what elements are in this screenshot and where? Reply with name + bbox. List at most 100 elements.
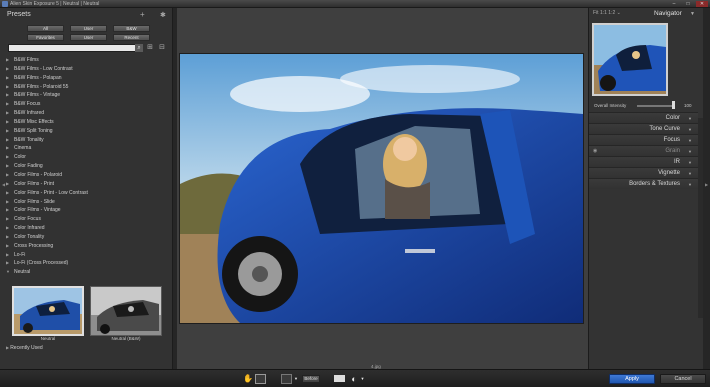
preset-search-input[interactable] (8, 44, 143, 52)
filter-favorites-button[interactable]: Favorites (27, 34, 64, 41)
hand-tool-icon[interactable]: ✋ (243, 374, 253, 384)
list-item[interactable]: ▶ B&W Films - Polapan (6, 74, 166, 83)
expand-arrow-icon[interactable]: ▶ (6, 91, 14, 100)
help-icon[interactable]: ◐ (349, 374, 359, 384)
expand-arrow-icon[interactable]: ▶ (6, 251, 14, 260)
chevron-down-icon[interactable]: ▼ (688, 160, 692, 165)
power-toggle-icon[interactable]: ◉ (593, 148, 597, 154)
list-item[interactable]: ▶ Cinema (6, 144, 166, 153)
cancel-button[interactable]: Cancel (660, 374, 706, 384)
section-color[interactable]: Color ▼ (589, 112, 698, 123)
background-color-icon[interactable] (334, 375, 345, 382)
list-item[interactable]: ▶ Color Films - Print (6, 180, 166, 189)
preset-thumb-neutral[interactable] (12, 286, 84, 336)
list-item[interactable]: ▶ Lo-Fi (6, 251, 166, 260)
list-item[interactable]: ▶ Color Focus (6, 215, 166, 224)
expand-arrow-icon[interactable]: ▶ (6, 198, 14, 207)
expand-arrow-icon[interactable]: ▶ (6, 171, 14, 180)
expand-arrow-icon[interactable]: ▶ (6, 180, 14, 189)
search-icon[interactable]: ⌕ (135, 44, 143, 52)
section-vignette[interactable]: Vignette ▼ (589, 167, 698, 178)
list-item[interactable]: ▶ Color Films - Vintage (6, 206, 166, 215)
list-item[interactable]: ▶ Color Infrared (6, 224, 166, 233)
grid-view-icon[interactable]: ⊞ (146, 44, 154, 52)
expand-arrow-icon[interactable]: ▶ (6, 56, 14, 65)
collapse-left-icon[interactable]: ◀ (2, 182, 5, 187)
chevron-down-icon[interactable]: ▼ (293, 374, 299, 384)
list-item[interactable]: ▶ Color Films - Print - Low Contrast (6, 189, 166, 198)
before-button[interactable]: Before (302, 375, 320, 383)
expand-arrow-icon[interactable]: ▶ (6, 233, 14, 242)
filter-recent-button[interactable]: Recent (113, 34, 150, 41)
section-ir[interactable]: IR ▼ (589, 156, 698, 167)
expand-arrow-icon[interactable]: ▶ (6, 259, 14, 268)
expand-arrow-icon[interactable]: ▶ (6, 153, 14, 162)
split-view-icon[interactable] (281, 374, 292, 384)
collapse-right-icon[interactable]: ▶ (705, 182, 708, 187)
list-item[interactable]: ▶ Color Films - Polaroid (6, 171, 166, 180)
recently-used-item[interactable]: ▶ Recently Used (6, 345, 43, 351)
filter-user2-button[interactable]: User (70, 34, 107, 41)
section-grain[interactable]: ◉ Grain ▼ (589, 145, 698, 156)
list-item[interactable]: ▶ Cross Processing (6, 242, 166, 251)
photo-preview[interactable] (179, 53, 584, 324)
chevron-down-icon[interactable]: ▼ (688, 116, 692, 121)
list-item[interactable]: ▶ B&W Films - Polaroid 55 (6, 83, 166, 92)
expand-arrow-icon[interactable]: ▶ (6, 224, 14, 233)
list-item[interactable]: ▶ Lo-Fi (Cross Processed) (6, 259, 166, 268)
minimize-button[interactable]: – (668, 1, 680, 7)
expand-arrow-icon[interactable]: ▶ (6, 242, 14, 251)
chevron-down-icon[interactable]: ▼ (688, 182, 692, 187)
expand-arrow-icon[interactable]: ▶ (6, 100, 14, 109)
close-button[interactable]: ✕ (696, 1, 708, 7)
section-focus[interactable]: Focus ▼ (589, 134, 698, 145)
preset-thumb-neutral-bw[interactable] (90, 286, 162, 336)
overall-intensity-value[interactable]: 100 (684, 103, 692, 108)
expand-arrow-icon[interactable]: ▶ (6, 74, 14, 83)
chevron-down-icon[interactable]: ▼ (688, 149, 692, 154)
zoom-tabs[interactable]: Fit 1:1 1:2 ⌄ (593, 10, 621, 16)
expand-arrow-icon[interactable]: ▶ (6, 65, 14, 74)
overall-intensity-slider[interactable] (637, 105, 673, 107)
list-item[interactable]: ▶ B&W Misc Effects (6, 118, 166, 127)
expand-arrow-icon[interactable]: ▶ (6, 118, 14, 127)
chevron-down-icon[interactable]: ▼ (688, 138, 692, 143)
list-item[interactable]: ▶ Color (6, 153, 166, 162)
zoom-tool-icon[interactable] (255, 374, 266, 384)
chevron-down-icon[interactable]: ▼ (688, 127, 692, 132)
list-item[interactable]: ▶ Color Fading (6, 162, 166, 171)
image-canvas[interactable]: 4.jpg (177, 8, 588, 369)
add-preset-icon[interactable]: + (140, 10, 145, 19)
section-borders-textures[interactable]: Borders & Textures ▼ (589, 178, 698, 189)
right-panel-edge[interactable] (703, 8, 710, 369)
slider-handle[interactable] (671, 101, 675, 109)
thumbnail-view-icon[interactable]: ⊟ (158, 44, 166, 52)
expand-arrow-icon[interactable]: ▶ (6, 127, 14, 136)
list-item[interactable]: ▶ B&W Focus (6, 100, 166, 109)
chevron-down-icon[interactable]: ▼ (690, 11, 695, 17)
list-item[interactable]: ▶ B&W Films - Vintage (6, 91, 166, 100)
list-item[interactable]: ▶ B&W Films - Low Contrast (6, 65, 166, 74)
expand-arrow-icon[interactable]: ▶ (6, 206, 14, 215)
filter-bw-button[interactable]: B&W (113, 25, 150, 32)
expand-arrow-icon[interactable]: ▶ (6, 136, 14, 145)
expand-arrow-icon[interactable]: ▶ (6, 215, 14, 224)
list-item[interactable]: ▶ B&W Films (6, 56, 166, 65)
navigator-thumbnail[interactable] (592, 23, 668, 96)
list-item[interactable]: ▶ B&W Infrared (6, 109, 166, 118)
apply-button[interactable]: Apply (609, 374, 655, 384)
chevron-down-icon[interactable]: ▼ (360, 374, 365, 384)
expand-arrow-icon[interactable]: ▶ (6, 144, 14, 153)
maximize-button[interactable]: □ (682, 1, 694, 7)
expand-arrow-icon[interactable]: ▶ (6, 83, 14, 92)
list-item[interactable]: ▶ B&W Split Toning (6, 127, 166, 136)
list-item[interactable]: ▶ Color Tonality (6, 233, 166, 242)
settings-icon[interactable]: ✱ (160, 11, 166, 19)
filter-user-button[interactable]: User (70, 25, 107, 32)
list-item[interactable]: ▶ B&W Tonality (6, 136, 166, 145)
expand-arrow-icon[interactable]: ▶ (6, 162, 14, 171)
collapse-arrow-icon[interactable]: ▼ (6, 268, 14, 277)
section-tone-curve[interactable]: Tone Curve ▼ (589, 123, 698, 134)
expand-arrow-icon[interactable]: ▶ (6, 109, 14, 118)
expand-arrow-icon[interactable]: ▶ (6, 189, 14, 198)
